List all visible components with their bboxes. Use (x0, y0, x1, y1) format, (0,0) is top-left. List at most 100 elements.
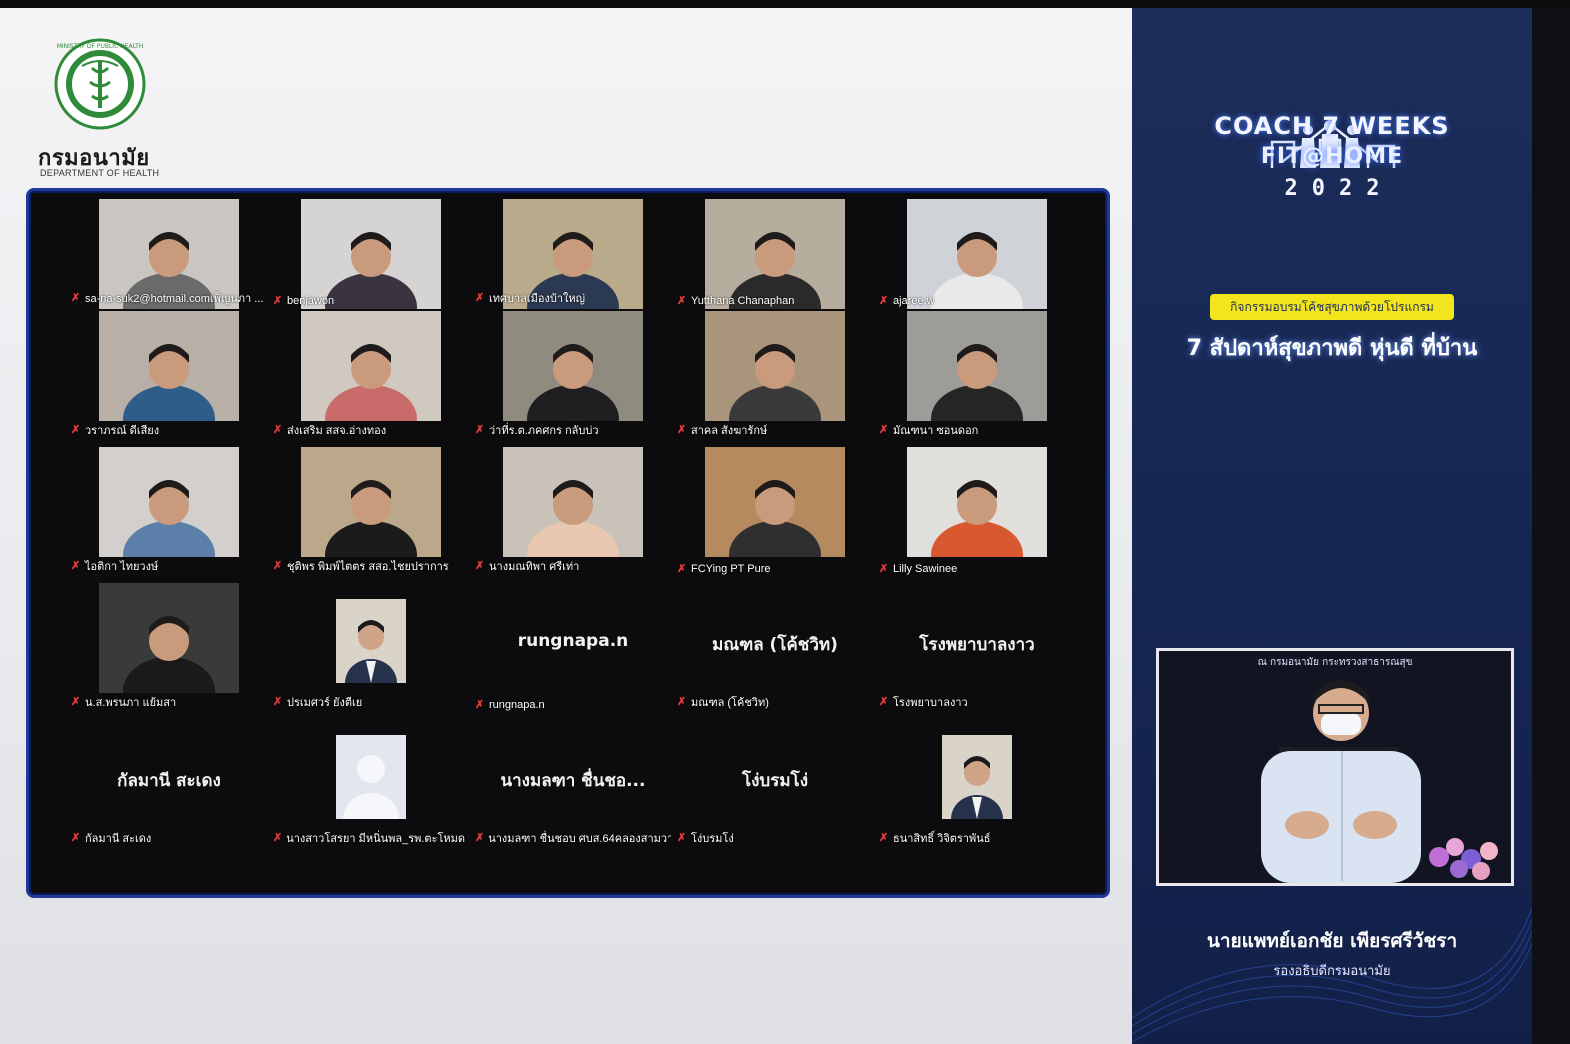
participant-name: วราภรณ์ ดีเสียง (85, 425, 160, 437)
participant-name-label: ✗ มัณฑนา ซอนดอก (879, 421, 978, 439)
participant-tile[interactable]: โรงพยาบาลงาว ✗ โรงพยาบาลงาว (877, 583, 1077, 713)
muted-mic-icon: ✗ (879, 563, 889, 575)
logo-name-english: DEPARTMENT OF HEALTH (40, 168, 160, 178)
participant-name: มณฑล (โค้ชวิท) (691, 697, 769, 709)
ministry-seal-icon: MINISTRY OF PUBLIC HEALTH (54, 38, 146, 130)
muted-mic-icon: ✗ (879, 696, 889, 708)
participant-name: สาคล สังฆารักษ์ (691, 425, 768, 437)
participant-name-label: ✗ Lilly Sawinee (879, 563, 957, 575)
muted-mic-icon: ✗ (677, 424, 687, 436)
participant-video (907, 199, 1047, 309)
participant-tile[interactable]: ✗ Yutthana Chanaphan (675, 199, 875, 309)
muted-mic-icon: ✗ (273, 424, 283, 436)
participant-name: benjawon (287, 295, 335, 307)
participant-tile[interactable]: ✗ ไอติกา ไทยวงษ์ (69, 447, 269, 577)
speaker-role: รองอธิบดีกรมอนามัย (1273, 964, 1391, 979)
profile-photo (942, 735, 1012, 819)
participant-tile[interactable]: ✗ น.ส.พรนภา แย้มสา (69, 583, 269, 713)
participant-name-label: ✗ เทศบาลเมืองบ้าใหญ่ (475, 289, 585, 307)
participant-tile[interactable]: โง่บรมโง่ ✗ โง่บรมโง่ (675, 719, 875, 849)
right-bezel (1532, 8, 1570, 1044)
default-avatar-icon (336, 735, 406, 819)
participant-video (705, 311, 845, 421)
participant-name-label: ✗ นางมลฑา ชื่นชอบ ศบส.64คลองสามวา (475, 829, 671, 847)
coach-title: COACH 7 WEEKS (1214, 112, 1450, 140)
participant-tile[interactable]: ✗ ปรเมศวร์ ยังตีเย (271, 583, 471, 713)
participant-name: กัลมานี สะเดง (85, 833, 152, 845)
participant-name: ธนาสิทธิ์ วิจิตราพันธ์ (893, 833, 991, 845)
participant-video (503, 447, 643, 557)
participant-video (705, 447, 845, 557)
participant-video (99, 447, 239, 557)
muted-mic-icon: ✗ (475, 424, 485, 436)
participant-tile[interactable]: rungnapa.n ✗ rungnapa.n (473, 583, 673, 713)
participant-display-name: โรงพยาบาลงาว (919, 635, 1035, 655)
participant-display-name: นางมลฑา ชื่นชอ... (500, 771, 646, 791)
participant-tile[interactable]: ✗ Lilly Sawinee (877, 447, 1077, 577)
speaker-figure (1261, 680, 1498, 883)
participant-grid: ✗ sa-na-suk2@hotmail.comเพ็ญนภา ... ✗ benja… (69, 199, 1099, 889)
participant-name-label: ✗ rungnapa.n (475, 699, 545, 711)
program-title: 7 สัปดาห์สุขภาพดี หุ่นดี ที่บ้าน (1186, 336, 1478, 361)
participant-display-name: rungnapa.n (517, 631, 629, 651)
participant-name: มัณฑนา ซอนดอก (893, 425, 979, 437)
muted-mic-icon: ✗ (71, 292, 81, 304)
participant-name: เทศบาลเมืองบ้าใหญ่ (489, 293, 586, 305)
participant-name-label: ✗ น.ส.พรนภา แย้มสา (71, 693, 176, 711)
participant-name-label: ✗ มณฑล (โค้ชวิท) (677, 693, 769, 711)
participant-name-label: ✗ วราภรณ์ ดีเสียง (71, 421, 159, 439)
participant-name: นางมลฑา ชื่นชอบ ศบส.64คลองสามวา (488, 833, 671, 845)
participant-video (301, 447, 441, 557)
participant-tile[interactable]: ✗ sa-na-suk2@hotmail.comเพ็ญนภา ... (69, 199, 269, 309)
participant-tile[interactable]: ✗ FCYing PT Pure (675, 447, 875, 577)
muted-mic-icon: ✗ (677, 295, 687, 307)
participant-tile[interactable]: ✗ มัณฑนา ซอนดอก (877, 311, 1077, 441)
muted-mic-icon: ✗ (879, 295, 889, 307)
participant-tile[interactable]: ✗ ว่าที่ร.ต.ภคศกร กลับบ่ว (473, 311, 673, 441)
participant-name-label: ✗ กัลมานี สะเดง (71, 829, 151, 847)
participant-tile[interactable]: นางมลฑา ชื่นชอ... ✗ นางมลฑา ชื่นชอบ ศบส.64… (473, 719, 673, 849)
participant-tile[interactable]: มณฑล (โค้ชวิท) ✗ มณฑล (โค้ชวิท) (675, 583, 875, 713)
participant-name-label: ✗ ธนาสิทธิ์ วิจิตราพันธ์ (879, 829, 990, 847)
profile-photo (336, 599, 406, 683)
muted-mic-icon: ✗ (71, 832, 81, 844)
participant-name: นางมณทิพา ศรีเท่า (489, 561, 580, 573)
participant-name-label: ✗ Yutthana Chanaphan (677, 295, 794, 307)
muted-mic-icon: ✗ (273, 295, 283, 307)
presentation-right-panel: COACH 7 WEEKS FIT@HOME 2022 กิจกรรมอบรมโ… (1132, 8, 1532, 1044)
participant-name: ajaree.w (893, 295, 935, 307)
participant-name-label: ✗ ส่งเสริม สสจ.อ่างทอง (273, 421, 386, 439)
participant-video (907, 311, 1047, 421)
participant-name: Yutthana Chanaphan (691, 295, 795, 307)
participant-video (99, 583, 239, 693)
participant-name-label: ✗ FCYing PT Pure (677, 563, 770, 575)
presentation-left-panel: MINISTRY OF PUBLIC HEALTH กรมอนามัย DEPA… (0, 8, 1132, 1044)
participant-name: โรงพยาบาลงาว (893, 697, 968, 709)
muted-mic-icon: ✗ (475, 560, 485, 572)
participant-tile[interactable]: ✗ นางมณทิพา ศรีเท่า (473, 447, 673, 577)
participant-name-label: ✗ สาคล สังฆารักษ์ (677, 421, 767, 439)
participant-name: Lilly Sawinee (893, 563, 958, 575)
participant-tile[interactable]: ✗ เทศบาลเมืองบ้าใหญ่ (473, 199, 673, 309)
participant-name: ไอติกา ไทยวงษ์ (85, 561, 159, 573)
participant-tile[interactable]: ✗ benjawon (271, 199, 471, 309)
participant-name: ปรเมศวร์ ยังตีเย (287, 697, 363, 709)
top-bezel (0, 0, 1570, 8)
participant-tile[interactable]: ✗ สาคล สังฆารักษ์ (675, 311, 875, 441)
participant-tile[interactable]: ✗ วราภรณ์ ดีเสียง (69, 311, 269, 441)
participant-tile[interactable]: กัลมานี สะเดง ✗ กัลมานี สะเดง (69, 719, 269, 849)
muted-mic-icon: ✗ (273, 832, 283, 844)
participant-tile[interactable]: ✗ ajaree.w (877, 199, 1077, 309)
participant-name-label: ✗ ไอติกา ไทยวงษ์ (71, 557, 158, 575)
participant-tile[interactable]: ✗ ส่งเสริม สสจ.อ่างทอง (271, 311, 471, 441)
participant-name: นางสาวโสรยา มีหนิ่นพล_รพ.ตะโหมด จ... (286, 833, 469, 845)
video-meeting-gallery: ✗ sa-na-suk2@hotmail.comเพ็ญนภา ... ✗ benja… (26, 188, 1110, 898)
participant-name: FCYing PT Pure (691, 563, 771, 575)
muted-mic-icon: ✗ (677, 696, 687, 708)
participant-tile[interactable]: ✗ นางสาวโสรยา มีหนิ่นพล_รพ.ตะโหมด จ... (271, 719, 471, 849)
participant-name-label: ✗ นางสาวโสรยา มีหนิ่นพล_รพ.ตะโหมด จ... (273, 829, 469, 847)
participant-tile[interactable]: ✗ ชุติพร พิมพ์ไตตร สสอ.ไชยปราการ (271, 447, 471, 577)
muted-mic-icon: ✗ (475, 292, 485, 304)
participant-tile[interactable]: ✗ ธนาสิทธิ์ วิจิตราพันธ์ (877, 719, 1077, 849)
participant-name-label: ✗ นางมณทิพา ศรีเท่า (475, 557, 579, 575)
